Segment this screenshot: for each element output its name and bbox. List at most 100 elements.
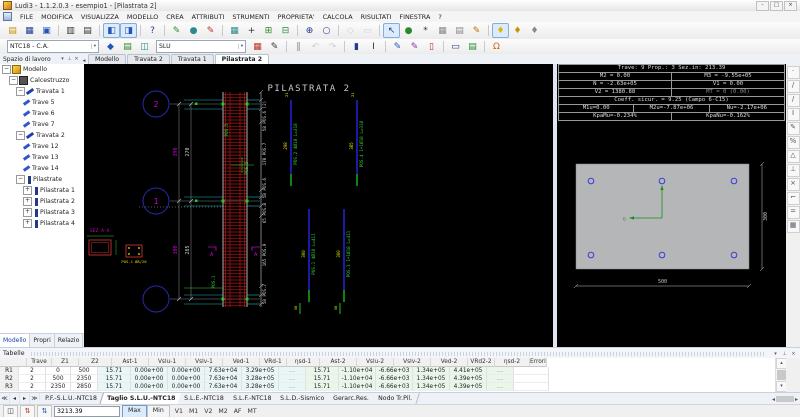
select-arrow-icon[interactable]: ↖ (383, 23, 400, 38)
section-bar-icon[interactable]: ‖ (290, 39, 307, 54)
workspace-tab[interactable]: Relazio (55, 334, 83, 348)
tree-item[interactable]: Trave 13 (0, 152, 84, 163)
close-icon[interactable]: × (73, 56, 80, 62)
menu-item[interactable]: FILE (16, 12, 37, 22)
pin-icon[interactable]: ⊥ (66, 56, 73, 62)
column-header[interactable]: ηsd-1 (287, 358, 320, 367)
menu-item[interactable]: PROPRIETA' (274, 12, 319, 22)
properties-icon[interactable]: * (417, 23, 434, 38)
tree-expander[interactable]: − (16, 131, 25, 140)
document-tab[interactable]: Modello (88, 54, 126, 64)
minmax-button[interactable]: Max (122, 405, 147, 417)
tree-item[interactable]: Trave 12 (0, 141, 84, 152)
menu-item[interactable]: VISUALIZZA (77, 12, 123, 22)
table-row[interactable]: R2 25002350 15.710.00e+000.00e+00 7.63e+… (0, 375, 775, 383)
perp-icon[interactable]: ⊥ (787, 164, 800, 177)
column-header[interactable]: Vslu-1 (149, 358, 186, 367)
diagram-toggle[interactable]: V1 (172, 408, 186, 415)
column-header[interactable]: Ast-1 (112, 358, 149, 367)
pen-icon[interactable]: ✎ (787, 122, 800, 135)
beam-section-icon[interactable]: I (365, 39, 382, 54)
move-node-icon[interactable]: + (243, 23, 260, 38)
column-header[interactable]: ηsd-2 (495, 358, 530, 367)
minimize-button[interactable]: – (756, 1, 769, 11)
zoom-page-icon[interactable]: ▭ (359, 23, 376, 38)
tree-item[interactable]: Trave 7 (0, 119, 84, 130)
layout-single-icon[interactable]: ◧ (103, 23, 120, 38)
pen-orange-icon[interactable]: ✎ (468, 23, 485, 38)
column-header[interactable]: Vslv-1 (186, 358, 223, 367)
column-header[interactable]: VRd2-2 (468, 358, 495, 367)
column-header[interactable]: Errori (530, 358, 547, 367)
zoom-previous-icon[interactable]: ⊟ (277, 23, 294, 38)
undo-icon[interactable]: ↶ (307, 39, 324, 54)
dim-icon[interactable]: % (787, 136, 800, 149)
light-on-icon[interactable]: ♦ (492, 23, 509, 38)
tree-item[interactable]: + Pilastrata 1 (0, 185, 84, 196)
tree-item[interactable]: − Calcestruzzo (0, 75, 84, 86)
pencil-red-icon[interactable]: ✎ (202, 23, 219, 38)
column-header[interactable]: Z2 (79, 358, 112, 367)
hoop-icon[interactable]: Ω (488, 39, 505, 54)
pen-purple-icon[interactable]: ✎ (406, 39, 423, 54)
workspace-tab[interactable]: Propri (30, 334, 54, 348)
pin-icon[interactable]: ⊥ (781, 351, 788, 357)
document-tab[interactable]: Travata 1 (171, 54, 214, 64)
close-button[interactable]: × (784, 1, 797, 11)
column-header[interactable]: Vslv-2 (394, 358, 431, 367)
save-icon[interactable]: ▦ (21, 23, 38, 38)
print-preview-icon[interactable]: ▤ (79, 23, 96, 38)
light-dim-icon[interactable]: ♦ (509, 23, 526, 38)
section-view-panel[interactable]: Trave: 9 Prop.: 3 Sez.in: 213.39 M2 = 0.… (557, 64, 786, 347)
pen-green-icon[interactable]: ✎ (168, 23, 185, 38)
column-header[interactable]: Z1 (52, 358, 79, 367)
stirrup-icon[interactable]: ▭ (447, 39, 464, 54)
column-header[interactable]: Ast-2 (320, 358, 357, 367)
menu-item[interactable]: RISULTATI (357, 12, 396, 22)
tree-expander[interactable]: + (23, 186, 32, 195)
tree-item[interactable]: − Modello (0, 64, 84, 75)
hscroll-thumb[interactable] (776, 396, 794, 402)
document-icon[interactable] (3, 12, 12, 21)
level-icon[interactable]: = (787, 206, 800, 219)
tree-expander[interactable]: + (23, 208, 32, 217)
preview-icon[interactable]: ◫ (3, 405, 18, 417)
hscroll-left-icon[interactable]: ◂ (772, 396, 775, 403)
grid-icon[interactable]: ▦ (434, 23, 451, 38)
menu-item[interactable]: CALCOLA (319, 12, 357, 22)
maximize-button[interactable]: □ (770, 1, 783, 11)
print-icon[interactable]: ▥ (62, 23, 79, 38)
workspace-tab[interactable]: Modello (0, 334, 30, 348)
pen-blue-icon[interactable]: ✎ (389, 39, 406, 54)
copy-icon[interactable]: ▣ (38, 23, 55, 38)
notebook-icon[interactable]: ▤ (119, 39, 136, 54)
document-tab[interactable]: Travata 2 (127, 54, 170, 64)
tree-expander[interactable]: − (16, 175, 25, 184)
grid-red-icon[interactable]: ▦ (249, 39, 266, 54)
triangle-icon[interactable]: △ (787, 150, 800, 163)
render-icon[interactable]: ● (400, 23, 417, 38)
diagram-toggle[interactable]: M1 (186, 408, 201, 415)
menu-item[interactable]: ? (434, 12, 445, 22)
text-icon[interactable]: I (787, 108, 800, 121)
load-case-select[interactable]: SLU ▾ (156, 40, 246, 53)
cad-canvas[interactable]: PILASTRATA 2 2 1 390 270 300 285 (84, 64, 553, 347)
redo-icon[interactable]: ↷ (324, 39, 341, 54)
column-header[interactable]: Trave (27, 358, 52, 367)
open-icon[interactable]: ▤ (4, 23, 21, 38)
verify-icon[interactable]: ◆ (102, 39, 119, 54)
help-pointer-icon[interactable]: ? (144, 23, 161, 38)
diagram-toggle[interactable]: V2 (201, 408, 215, 415)
tree-item[interactable]: Trave 14 (0, 163, 84, 174)
tree-item[interactable]: + Pilastrata 4 (0, 218, 84, 229)
sort-up-icon[interactable]: ⇅ (20, 405, 35, 417)
tree-expander[interactable]: − (2, 65, 11, 74)
table-row[interactable]: R1 20500 15.710.00e+000.00e+00 7.63e+043… (0, 367, 775, 375)
hscroll-right-icon[interactable]: ▸ (795, 396, 798, 403)
menu-item[interactable]: FINESTRA (395, 12, 434, 22)
norm-select[interactable]: NTC18 - C.A. ▾ (7, 40, 99, 53)
tree-item[interactable]: Trave 5 (0, 97, 84, 108)
dropdown-icon[interactable]: ▾ (59, 56, 66, 62)
table-icon[interactable]: ◫ (136, 39, 153, 54)
sort-down-icon[interactable]: ⇅ (37, 405, 52, 417)
